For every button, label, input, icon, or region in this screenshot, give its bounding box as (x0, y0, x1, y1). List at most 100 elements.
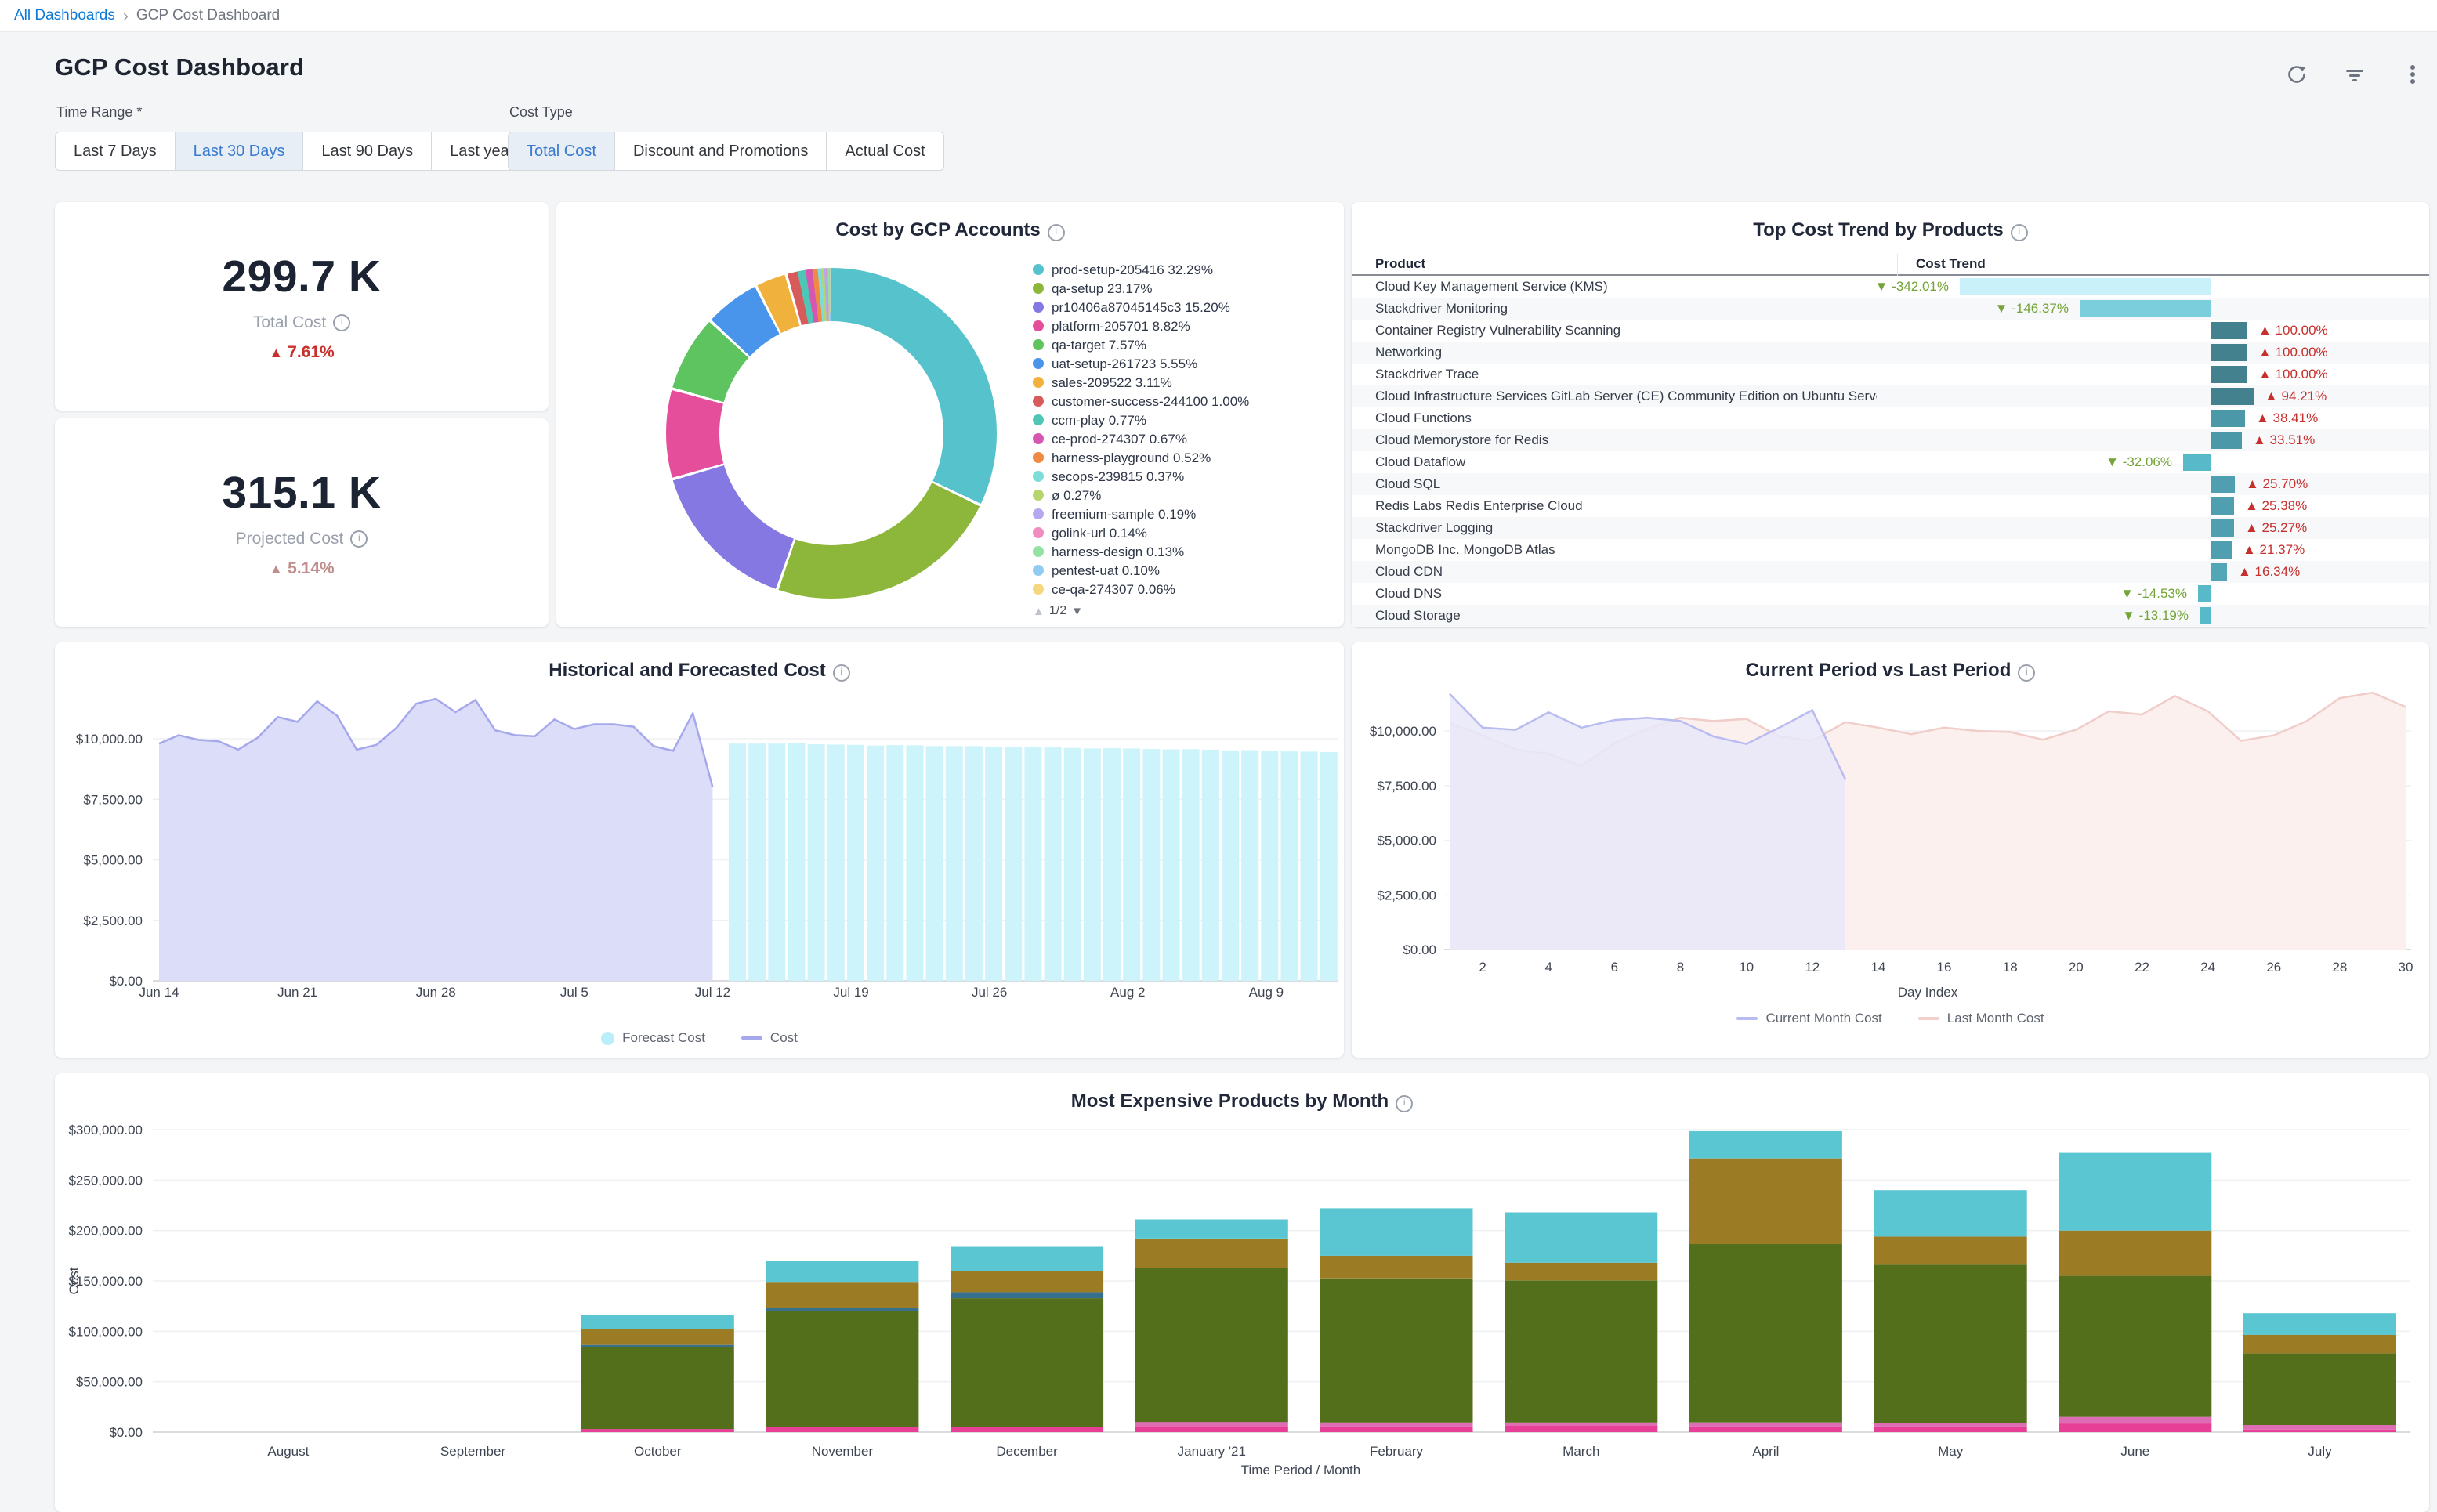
cost-trend-table-body: Cloud Key Management Service (KMS)▼ -342… (1352, 276, 2429, 627)
total-cost-card: 299.7 K Total Costi ▲7.61% (55, 202, 549, 411)
svg-text:28: 28 (2332, 960, 2347, 975)
trend-value: ▼ -146.37% (1995, 298, 2069, 320)
donut-legend-item[interactable]: qa-target 7.57% (1033, 337, 1331, 353)
tr-option-last-30-days[interactable]: Last 30 Days (176, 132, 304, 170)
svg-text:6: 6 (1611, 960, 1618, 975)
trend-value: ▲ 100.00% (2258, 320, 2328, 342)
top-cost-trend-card: Top Cost Trend by Products i Product Cost… (1352, 202, 2429, 627)
up-arrow-icon: ▲ (269, 345, 283, 360)
cost-trend-cell: ▲ 38.41% (1897, 407, 2429, 429)
table-row[interactable]: Networking▲ 100.00% (1352, 342, 2429, 364)
product-column-header[interactable]: Product (1375, 254, 1425, 274)
table-row[interactable]: Stackdriver Logging▲ 25.27% (1352, 517, 2429, 539)
info-icon[interactable]: i (333, 314, 350, 331)
svg-text:16: 16 (1937, 960, 1952, 975)
gcp-accounts-donut-chart[interactable] (666, 268, 997, 599)
donut-hole (719, 321, 943, 545)
table-row[interactable]: MongoDB Inc. MongoDB Atlas▲ 21.37% (1352, 539, 2429, 561)
product-name: Cloud Memorystore for Redis (1375, 429, 1877, 451)
donut-legend-item[interactable]: pentest-uat 0.10% (1033, 562, 1331, 579)
donut-legend-item[interactable]: harness-design 0.13% (1033, 544, 1331, 560)
legend-item[interactable]: Forecast Cost (601, 1030, 705, 1046)
table-row[interactable]: Cloud Memorystore for Redis ▲ 33.51% (1352, 429, 2429, 451)
info-icon[interactable]: i (1048, 224, 1065, 241)
legend-item[interactable]: Last Month Cost (1918, 1011, 2044, 1026)
donut-legend-item[interactable]: ø 0.27% (1033, 487, 1331, 504)
donut-legend-item[interactable]: qa-setup 23.17% (1033, 280, 1331, 297)
kebab-menu-icon[interactable] (2401, 63, 2424, 86)
tr-option-last-7-days[interactable]: Last 7 Days (56, 132, 176, 170)
trend-value: ▲ 21.37% (2243, 539, 2305, 561)
ct-option-actual-cost[interactable]: Actual Cost (827, 132, 943, 170)
trend-value: ▼ -342.01% (1875, 276, 1949, 298)
legend-item[interactable]: Cost (741, 1030, 798, 1046)
legend-swatch-icon (1033, 584, 1044, 595)
table-card-title: Top Cost Trend by Products (1753, 219, 2004, 241)
table-row[interactable]: Cloud DNS▼ -14.53% (1352, 583, 2429, 605)
cost-trend-cell: ▲ 100.00% (1897, 320, 2429, 342)
donut-legend-item[interactable]: harness-playground 0.52% (1033, 450, 1331, 466)
legend-page-indicator: 1/2 (1049, 604, 1066, 618)
donut-legend-item[interactable]: ccm-play 0.77% (1033, 412, 1331, 429)
legend-label: sales-209522 3.11% (1052, 374, 1172, 391)
svg-text:April: April (1752, 1444, 1779, 1459)
breadcrumb-all-dashboards-link[interactable]: All Dashboards (14, 7, 115, 24)
projected-cost-value: 315.1 K (222, 467, 381, 519)
period-compare-chart[interactable]: $10,000.00$7,500.00$5,000.00$2,500.00$0.… (1352, 642, 2429, 1058)
table-row[interactable]: Container Registry Vulnerability Scannin… (1352, 320, 2429, 342)
svg-text:January '21: January '21 (1178, 1444, 1246, 1459)
legend-label: freemium-sample 0.19% (1052, 506, 1196, 523)
ct-option-total-cost[interactable]: Total Cost (509, 132, 615, 170)
table-row[interactable]: Cloud Key Management Service (KMS)▼ -342… (1352, 276, 2429, 298)
donut-legend-item[interactable]: customer-success-244100 1.00% (1033, 393, 1331, 410)
legend-page-up-icon[interactable]: ▲ (1033, 605, 1045, 618)
monthly-products-chart[interactable]: $0.00$50,000.00$100,000.00$150,000.00$20… (55, 1073, 2429, 1512)
filter-icon[interactable] (2343, 63, 2366, 86)
table-row[interactable]: Stackdriver Monitoring▼ -146.37% (1352, 298, 2429, 320)
trend-bar (2211, 366, 2247, 383)
svg-text:May: May (1938, 1444, 1964, 1459)
cost-trend-column-header[interactable]: Cost Trend (1916, 254, 1986, 274)
donut-legend-item[interactable]: ce-qa-274307 0.06% (1033, 581, 1331, 598)
table-row[interactable]: Cloud SQL▲ 25.70% (1352, 473, 2429, 495)
trend-value: ▲ 94.21% (2265, 385, 2327, 407)
donut-legend-item[interactable]: prod-setup-205416 32.29% (1033, 262, 1331, 278)
cost-trend-cell: ▲ 33.51% (1897, 429, 2429, 451)
donut-legend-item[interactable]: secops-239815 0.37% (1033, 468, 1331, 485)
product-name: Cloud CDN (1375, 561, 1877, 583)
svg-text:2: 2 (1479, 960, 1486, 975)
donut-legend-item[interactable]: sales-209522 3.11% (1033, 374, 1331, 391)
table-row[interactable]: Cloud Dataflow▼ -32.06% (1352, 451, 2429, 473)
info-icon[interactable]: i (2011, 224, 2028, 241)
table-row[interactable]: Redis Labs Redis Enterprise Cloud▲ 25.38… (1352, 495, 2429, 517)
historical-forecast-chart[interactable]: $10,000.00$7,500.00$5,000.00$2,500.00$0.… (55, 642, 1344, 1058)
table-row[interactable]: Cloud Storage▼ -13.19% (1352, 605, 2429, 627)
tr-option-last-90-days[interactable]: Last 90 Days (303, 132, 432, 170)
table-row[interactable]: Stackdriver Trace▲ 100.00% (1352, 364, 2429, 385)
info-icon[interactable]: i (350, 530, 368, 548)
legend-label: harness-design 0.13% (1052, 544, 1184, 560)
donut-legend-item[interactable]: platform-205701 8.82% (1033, 318, 1331, 335)
svg-text:Aug 2: Aug 2 (1110, 985, 1145, 1000)
product-name: Cloud Dataflow (1375, 451, 1877, 473)
donut-legend-item[interactable]: pr10406a87045145c3 15.20% (1033, 299, 1331, 316)
donut-legend-item[interactable]: golink-url 0.14% (1033, 525, 1331, 541)
donut-legend-item[interactable]: freemium-sample 0.19% (1033, 506, 1331, 523)
table-row[interactable]: Cloud CDN▲ 16.34% (1352, 561, 2429, 583)
table-row[interactable]: Cloud Functions▲ 38.41% (1352, 407, 2429, 429)
legend-line-icon (1918, 1017, 1939, 1020)
legend-label: uat-setup-261723 5.55% (1052, 356, 1197, 372)
donut-legend-item[interactable]: uat-setup-261723 5.55% (1033, 356, 1331, 372)
donut-card-title: Cost by GCP Accounts (835, 219, 1040, 241)
ct-option-discount-and-promotions[interactable]: Discount and Promotions (615, 132, 827, 170)
refresh-icon[interactable] (2285, 63, 2308, 86)
legend-label: customer-success-244100 1.00% (1052, 393, 1249, 410)
table-row[interactable]: Cloud Infrastructure Services GitLab Ser… (1352, 385, 2429, 407)
legend-item[interactable]: Current Month Cost (1736, 1011, 1881, 1026)
legend-page-down-icon[interactable]: ▼ (1071, 605, 1083, 618)
svg-text:$10,000.00: $10,000.00 (1370, 724, 1436, 739)
donut-legend-item[interactable]: ce-prod-274307 0.67% (1033, 431, 1331, 447)
cost-trend-cell: ▲ 94.21% (1897, 385, 2429, 407)
svg-text:Aug 9: Aug 9 (1249, 985, 1284, 1000)
svg-text:Jul 26: Jul 26 (972, 985, 1007, 1000)
